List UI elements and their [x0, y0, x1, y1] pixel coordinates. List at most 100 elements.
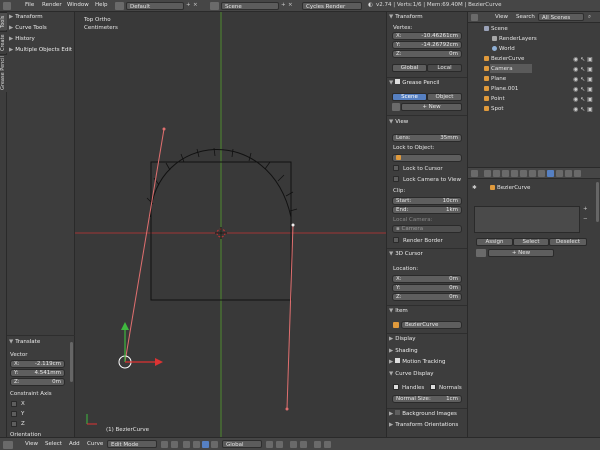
constraint-y-checkbox[interactable]: [11, 411, 17, 417]
physics-tab-icon[interactable]: [574, 170, 581, 177]
outliner-item-world[interactable]: World: [492, 45, 515, 54]
lock-cursor-checkbox[interactable]: [393, 165, 399, 171]
outliner-item-scene[interactable]: Scene: [484, 25, 508, 34]
pivot-select-icon[interactable]: [171, 441, 178, 448]
outliner-search-icon[interactable]: ⌕: [588, 14, 591, 21]
vertex-y-field[interactable]: Y: -14.26792cm: [392, 41, 462, 49]
scene-tab-icon[interactable]: [502, 170, 509, 177]
section-transform[interactable]: ▼ Transform: [389, 13, 466, 22]
outliner-item-camera[interactable]: Camera: [484, 65, 513, 74]
snap-element-icon[interactable]: [300, 441, 307, 448]
normals-checkbox[interactable]: [430, 384, 436, 390]
properties-editor-icon[interactable]: [471, 170, 478, 177]
outliner-item-plane[interactable]: Plane: [484, 75, 506, 84]
visibility-row-icons[interactable]: ◉ ↖ ▣: [573, 55, 599, 65]
handles-checkbox[interactable]: [393, 384, 399, 390]
vector-x-field[interactable]: X: -2.119cm: [10, 360, 65, 368]
render-tab-icon[interactable]: [484, 170, 491, 177]
cursor-x-field[interactable]: X: 0m: [392, 275, 462, 283]
panel-transform[interactable]: ▶ Transform: [9, 13, 43, 22]
cursor-z-field[interactable]: Z: 0m: [392, 293, 462, 301]
world-tab-icon[interactable]: [511, 170, 518, 177]
visibility-row-icons[interactable]: ◉ ↖ ▣: [573, 85, 599, 95]
object-tab-icon[interactable]: [520, 170, 527, 177]
visibility-row-icons[interactable]: ◉ ↖ ▣: [573, 75, 599, 85]
layer-icon[interactable]: [266, 441, 273, 448]
section-view[interactable]: ▼ View: [389, 118, 466, 127]
manipulator-toggle-icon[interactable]: [183, 441, 190, 448]
visibility-row-icons[interactable]: ◉ ↖ ▣: [573, 95, 599, 105]
visibility-row-icons[interactable]: ◉ ↖ ▣: [573, 65, 599, 75]
pin-icon[interactable]: ✱: [472, 185, 477, 191]
3d-viewport[interactable]: Top Ortho Centimeters (1) BezierCurve: [75, 12, 386, 437]
menu-add[interactable]: Add: [69, 441, 80, 447]
vector-y-field[interactable]: Y: 4.541mm: [10, 369, 65, 377]
vector-z-field[interactable]: Z: 0m: [10, 378, 65, 386]
section-curve-display[interactable]: ▼ Curve Display: [389, 370, 466, 379]
viewport-editor-icon[interactable]: [3, 441, 13, 449]
constraints-tab-icon[interactable]: [529, 170, 536, 177]
material-new-button[interactable]: + New: [488, 249, 554, 257]
panel-curve-tools[interactable]: ▶ Curve Tools: [9, 24, 47, 33]
motion-tracking-checkbox[interactable]: [395, 358, 401, 363]
render-border-checkbox[interactable]: [393, 237, 399, 243]
menu-window[interactable]: Window: [67, 2, 89, 8]
shading-select-icon[interactable]: [161, 441, 168, 448]
snap-toggle-icon[interactable]: [290, 441, 297, 448]
panel-history[interactable]: ▶ History: [9, 35, 35, 44]
local-camera-field[interactable]: ▪ Camera: [392, 225, 462, 233]
list-add-icon[interactable]: +: [583, 206, 591, 214]
screen-layout-select[interactable]: Default: [126, 2, 184, 10]
section-grease-pencil[interactable]: ▼ Grease Pencil: [389, 79, 466, 88]
lens-field[interactable]: Lens: 35mm: [392, 134, 462, 142]
orientation-select[interactable]: Global: [222, 440, 262, 448]
outliner-item-spot[interactable]: Spot: [484, 105, 504, 114]
cursor-y-field[interactable]: Y: 0m: [392, 284, 462, 292]
properties-scrollbar[interactable]: [596, 182, 599, 222]
info-editor-icon[interactable]: [3, 2, 11, 10]
vertex-x-field[interactable]: X: -10.46261cm: [392, 32, 462, 40]
translate-manipulator-icon[interactable]: [193, 441, 200, 448]
gp-scene-button[interactable]: Scene: [392, 93, 427, 101]
outliner-item-renderlayers[interactable]: RenderLayers: [492, 35, 537, 44]
constraint-x-checkbox[interactable]: [11, 401, 17, 407]
outliner-item-plane001[interactable]: Plane.001: [484, 85, 518, 94]
menu-render[interactable]: Render: [42, 2, 62, 8]
lock-camera-checkbox[interactable]: [393, 176, 399, 182]
opengl-render-icon[interactable]: [314, 441, 321, 448]
local-button[interactable]: Local: [427, 64, 462, 72]
mode-select[interactable]: Edit Mode: [107, 440, 157, 448]
menu-file[interactable]: File: [25, 2, 34, 8]
outliner-editor-icon[interactable]: [471, 14, 478, 21]
screen-remove-icon[interactable]: ×: [193, 2, 198, 8]
outliner-display-select[interactable]: All Scenes: [538, 13, 584, 21]
gp-object-button[interactable]: Object: [427, 93, 462, 101]
section-item[interactable]: ▼ Item: [389, 307, 466, 316]
scene-icon[interactable]: [210, 2, 219, 10]
section-display[interactable]: ▶ Display: [389, 335, 466, 344]
vertex-z-field[interactable]: Z: 0m: [392, 50, 462, 58]
deselect-button[interactable]: Deselect: [549, 238, 587, 246]
scene-select[interactable]: Scene: [221, 2, 279, 10]
outliner-search-menu[interactable]: Search: [516, 14, 535, 20]
bg-images-checkbox[interactable]: [395, 410, 401, 415]
scene-remove-icon[interactable]: ×: [288, 2, 293, 8]
layers-tab-icon[interactable]: [493, 170, 500, 177]
assign-button[interactable]: Assign: [476, 238, 513, 246]
grease-pencil-checkbox[interactable]: [395, 79, 401, 84]
panel-multiple-objects-edit[interactable]: ▶ Multiple Objects Edit: [9, 46, 75, 55]
gp-datablock-icon[interactable]: [392, 103, 400, 111]
proportional-edit-icon[interactable]: [276, 441, 283, 448]
section-transform-orientations[interactable]: ▶ Transform Orientations: [389, 421, 466, 430]
global-button[interactable]: Global: [392, 64, 427, 72]
normal-size-field[interactable]: Normal Size: 1cm: [392, 395, 462, 403]
section-3d-cursor[interactable]: ▼ 3D Cursor: [389, 250, 466, 259]
scene-add-icon[interactable]: +: [281, 2, 286, 8]
section-background-images[interactable]: ▶ Background Images: [389, 410, 466, 419]
toolshelf-scrollbar[interactable]: [70, 342, 73, 382]
menu-curve[interactable]: Curve: [87, 441, 103, 447]
data-tab-icon[interactable]: [547, 170, 554, 177]
texture-tab-icon[interactable]: [565, 170, 572, 177]
clip-start-field[interactable]: Start: 10cm: [392, 197, 462, 205]
gp-new-button[interactable]: + New: [401, 103, 462, 111]
